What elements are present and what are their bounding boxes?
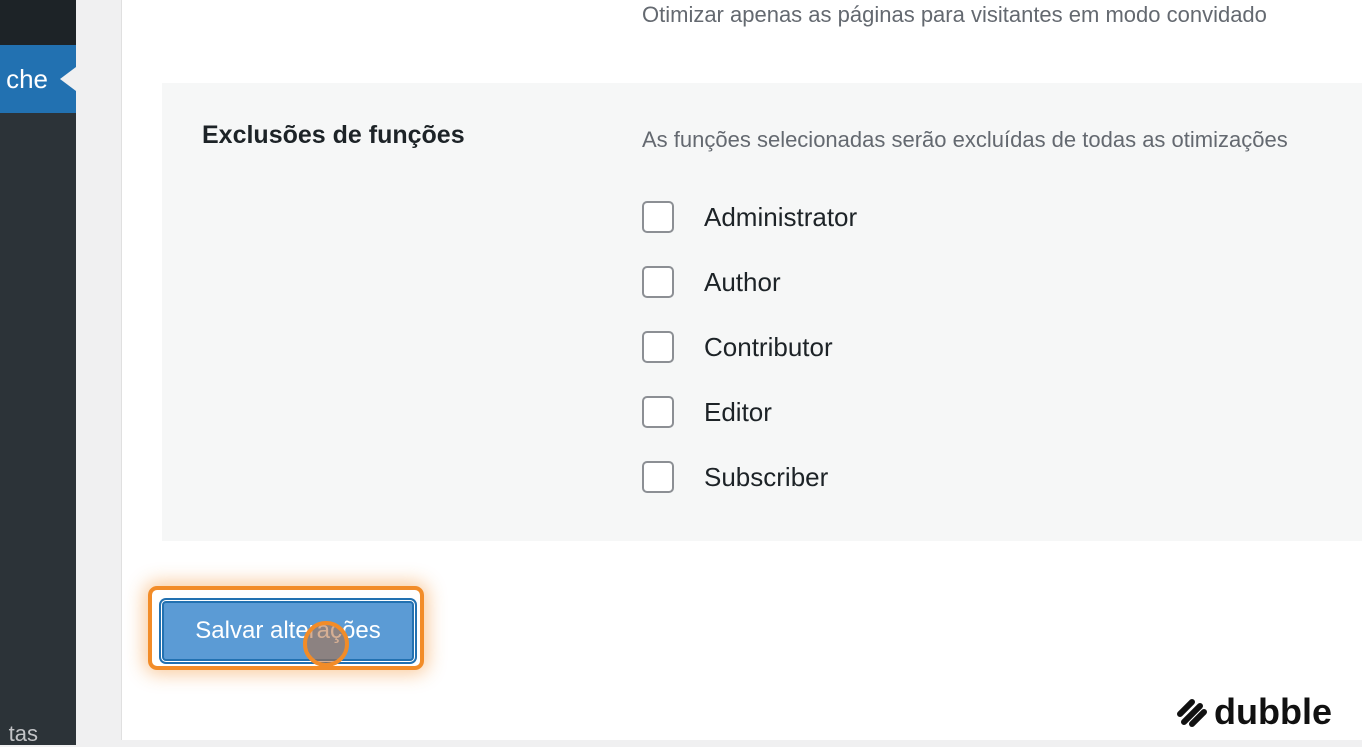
role-label: Subscriber [704, 461, 829, 492]
role-option-subscriber[interactable]: Subscriber [642, 459, 828, 495]
role-option-administrator[interactable]: Administrator [642, 199, 857, 235]
save-changes-button[interactable]: Salvar alterações [162, 601, 414, 661]
sidebar-item-active-label: che [6, 64, 48, 94]
subscriber-checkbox[interactable] [642, 461, 674, 493]
dubble-logo-icon [1177, 699, 1207, 727]
role-exclusions-title: Exclusões de funções [202, 121, 465, 149]
guest-mode-description: Otimizar apenas as páginas para visitant… [642, 2, 1267, 27]
role-option-author[interactable]: Author [642, 264, 781, 300]
administrator-checkbox[interactable] [642, 201, 674, 233]
click-cursor-indicator [303, 621, 349, 667]
editor-checkbox[interactable] [642, 396, 674, 428]
role-exclusions-description: As funções selecionadas serão excluídas … [642, 127, 1288, 152]
sidebar-item-bottom[interactable]: tas [0, 719, 76, 747]
role-label: Author [704, 266, 781, 297]
dubble-watermark: dubble [1174, 690, 1332, 734]
dubble-brand-name: dubble [1214, 691, 1332, 732]
admin-sidebar: che tas [0, 0, 76, 747]
sidebar-item-bottom-label: tas [8, 721, 38, 746]
role-option-contributor[interactable]: Contributor [642, 329, 833, 365]
sidebar-menu-item-top[interactable] [0, 0, 76, 45]
role-label: Administrator [704, 201, 858, 232]
contributor-checkbox[interactable] [642, 331, 674, 363]
role-option-editor[interactable]: Editor [642, 394, 772, 430]
sidebar-item-active[interactable]: che [0, 45, 76, 113]
role-label: Contributor [704, 331, 833, 362]
role-label: Editor [704, 396, 772, 427]
author-checkbox[interactable] [642, 266, 674, 298]
